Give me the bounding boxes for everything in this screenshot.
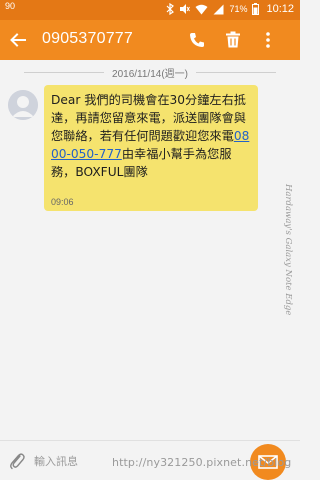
app-bar: 0905370777: [0, 20, 300, 60]
divider-line-right: [195, 71, 276, 73]
contact-avatar[interactable]: [8, 90, 38, 120]
contact-title: 0905370777: [42, 30, 133, 47]
status-left-note: 90: [5, 1, 16, 11]
bluetooth-icon: [166, 3, 175, 15]
message-time: 09:06: [51, 197, 74, 207]
status-right-group: 71% 10:12: [166, 3, 294, 15]
person-icon: [8, 90, 38, 120]
signal-icon: [213, 4, 224, 15]
battery-icon: [252, 3, 260, 15]
trash-icon[interactable]: [224, 30, 242, 50]
paperclip-icon[interactable]: [8, 451, 26, 471]
phone-icon[interactable]: [188, 30, 206, 50]
mute-icon: [179, 3, 191, 15]
battery-percent: 71%: [229, 4, 248, 14]
status-bar: 90 71% 10:12: [0, 0, 300, 20]
more-vert-icon[interactable]: [262, 30, 274, 50]
wifi-icon: [195, 4, 208, 15]
side-watermark: Hardaway's Galaxy Note Edge: [280, 140, 296, 360]
date-divider: 2016/11/14(週一): [0, 65, 300, 80]
message-bubble[interactable]: Dear 我們的司機會在30分鐘左右抵達，再請您留意來電，派送團隊會與您聯絡，若…: [44, 85, 258, 211]
status-time: 10:12: [266, 3, 294, 15]
message-text: Dear 我們的司機會在30分鐘左右抵達，再請您留意來電，派送團隊會與您聯絡，若…: [51, 91, 252, 181]
side-watermark-text: Hardaway's Galaxy Note Edge: [283, 184, 293, 316]
url-watermark: http://ny321250.pixnet.net/blog: [112, 456, 292, 469]
divider-line-left: [24, 71, 105, 73]
message-text-before-link: Dear 我們的司機會在30分鐘左右抵達，再請您留意來電，派送團隊會與您聯絡，若…: [51, 93, 246, 143]
back-arrow-icon[interactable]: [8, 30, 28, 50]
conversation-date: 2016/11/14(週一): [112, 68, 188, 80]
